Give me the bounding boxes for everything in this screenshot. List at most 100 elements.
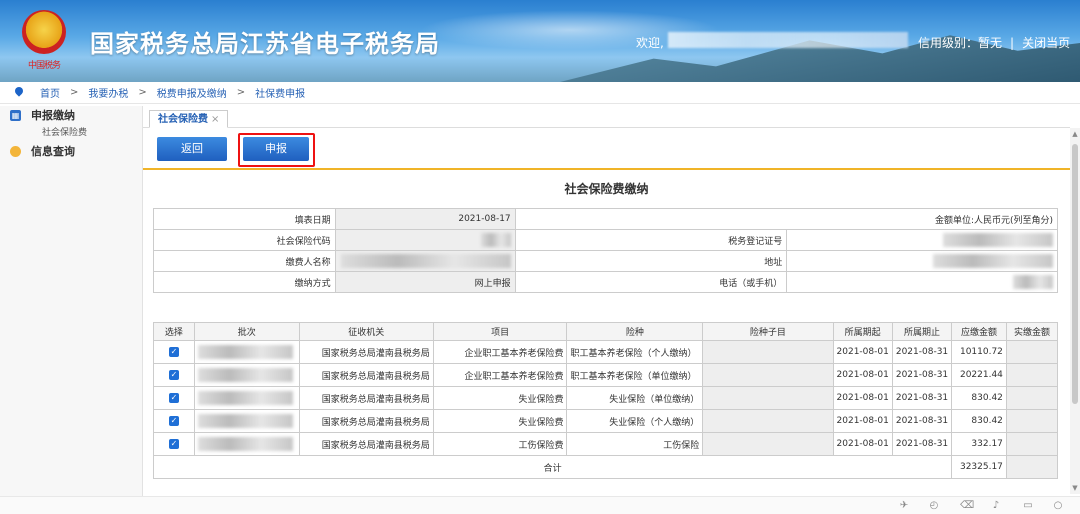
select-checkbox[interactable]: ✓ <box>153 432 195 456</box>
tab-social-insurance[interactable]: 社会保险费 × <box>149 110 229 128</box>
checkbox-checked-icon[interactable]: ✓ <box>168 439 179 449</box>
col-header: 险种子目 <box>702 322 834 341</box>
tab-label: 社会保险费 <box>158 114 208 125</box>
close-page-link[interactable]: 关闭当页 <box>1022 36 1070 50</box>
agency-cell: 国家税务总局灌南县税务局 <box>298 386 434 410</box>
item-cell: 失业保险费 <box>432 409 568 433</box>
history-icon[interactable]: ◴ <box>928 500 940 512</box>
scrollbar-thumb[interactable] <box>1072 144 1078 404</box>
checkbox-checked-icon[interactable]: ✓ <box>168 416 179 426</box>
emblem-caption: 中国税务 <box>27 61 61 71</box>
col-header: 险种 <box>566 322 704 341</box>
location-pin-icon <box>14 87 24 99</box>
redacted-value <box>197 437 293 451</box>
phone-label: 电话（或手机） <box>514 271 788 293</box>
redacted-value <box>197 345 293 359</box>
end-date-cell: 2021-08-31 <box>891 386 953 410</box>
scroll-down-icon[interactable]: ▼ <box>1071 484 1079 492</box>
sidebar-item-social-insurance[interactable]: 社会保险费 <box>0 124 142 142</box>
col-header: 所属期止 <box>891 322 953 341</box>
pay-method-value: 网上申报 <box>334 271 516 293</box>
paid-amount-cell <box>1005 363 1059 387</box>
batch-cell <box>193 363 300 387</box>
subtype-cell <box>702 432 834 456</box>
sidebar-section-label: 申报缴纳 <box>31 109 75 122</box>
checkbox-checked-icon[interactable]: ✓ <box>168 370 179 380</box>
redacted-value <box>197 368 293 382</box>
checkbox-checked-icon[interactable]: ✓ <box>168 347 179 357</box>
credit-level-text: 信用级别：暂无 <box>918 36 1003 50</box>
due-amount-cell: 830.42 <box>951 386 1007 410</box>
breadcrumb-my-tax[interactable]: 我要办税 <box>88 85 128 100</box>
pin-icon[interactable]: ✈ <box>898 500 910 512</box>
address-value <box>786 250 1058 272</box>
header-right-links: 信用级别：暂无 | 关闭当页 <box>914 34 1074 51</box>
col-header: 所属期起 <box>832 322 893 341</box>
back-button[interactable]: 返回 <box>157 137 227 161</box>
batch-cell <box>193 432 300 456</box>
ss-code-value <box>334 229 516 251</box>
table-row[interactable]: ✓ 国家税务总局灌南县税务局 企业职工基本养老保险费 职工基本养老保险（单位缴纳… <box>153 363 1059 387</box>
start-date-cell: 2021-08-01 <box>832 340 893 364</box>
type-cell: 职工基本养老保险（个人缴纳） <box>566 340 704 364</box>
batch-cell <box>193 409 300 433</box>
select-checkbox[interactable]: ✓ <box>153 363 195 387</box>
scroll-up-icon[interactable]: ▲ <box>1071 130 1079 138</box>
ss-code-label: 社会保险代码 <box>153 229 336 251</box>
chat-bubble-icon <box>10 145 21 157</box>
type-cell: 失业保险（个人缴纳） <box>566 409 704 433</box>
select-checkbox[interactable]: ✓ <box>153 409 195 433</box>
window-icon[interactable]: ▭ <box>1022 500 1034 512</box>
payer-info-table: 填表日期 2021-08-17 金额单位:人民币元(列至角分) 社会保险代码 税… <box>153 208 1059 293</box>
breadcrumb-separator: > <box>236 87 246 98</box>
start-date-cell: 2021-08-01 <box>832 363 893 387</box>
vertical-scrollbar[interactable]: ▲ ▼ <box>1070 128 1080 494</box>
tax-reg-value <box>786 229 1058 251</box>
table-row[interactable]: ✓ 国家税务总局灌南县税务局 失业保险费 失业保险（单位缴纳） 2021-08-… <box>153 386 1059 410</box>
toolbar: 返回 申报 <box>143 128 1070 170</box>
batch-cell <box>193 386 300 410</box>
select-checkbox[interactable]: ✓ <box>153 386 195 410</box>
breadcrumb-social-security[interactable]: 社保费申报 <box>255 85 305 100</box>
sidebar-section-declare[interactable]: ▦ 申报缴纳 <box>0 106 142 124</box>
table-row[interactable]: ✓ 国家税务总局灌南县税务局 企业职工基本养老保险费 职工基本养老保险（个人缴纳… <box>153 340 1059 364</box>
subtype-cell <box>702 409 834 433</box>
end-date-cell: 2021-08-31 <box>891 363 953 387</box>
pay-method-label: 缴纳方式 <box>153 271 336 293</box>
status-bar: ✈ ◴ ⌫ ♪ ▭ ○ <box>0 496 1080 514</box>
trash-icon[interactable]: ⌫ <box>960 500 974 512</box>
sidebar-section-query[interactable]: 信息查询 <box>0 142 142 160</box>
end-date-cell: 2021-08-31 <box>891 409 953 433</box>
start-date-cell: 2021-08-01 <box>832 386 893 410</box>
table-row[interactable]: ✓ 国家税务总局灌南县税务局 工伤保险费 工伤保险 2021-08-01 202… <box>153 432 1059 456</box>
tab-bar: 社会保险费 × <box>143 106 1070 128</box>
agency-cell: 国家税务总局灌南县税务局 <box>298 409 434 433</box>
subtype-cell <box>702 386 834 410</box>
subtype-cell <box>702 340 834 364</box>
paid-amount-cell <box>1005 409 1059 433</box>
speaker-icon[interactable]: ♪ <box>990 500 1002 512</box>
due-amount-cell: 20221.44 <box>951 363 1007 387</box>
item-cell: 企业职工基本养老保险费 <box>432 340 568 364</box>
fill-date-label: 填表日期 <box>153 208 336 230</box>
breadcrumb-separator: > <box>138 87 147 98</box>
search-icon[interactable]: ○ <box>1052 500 1064 512</box>
table-row[interactable]: ✓ 国家税务总局灌南县税务局 失业保险费 失业保险（个人缴纳） 2021-08-… <box>153 409 1059 433</box>
fill-date-value: 2021-08-17 <box>334 208 516 230</box>
start-date-cell: 2021-08-01 <box>832 409 893 433</box>
total-row: 合计 32325.17 <box>152 455 1059 479</box>
redacted-user-name <box>668 32 908 48</box>
breadcrumb-declare-pay[interactable]: 税费申报及缴纳 <box>157 85 227 100</box>
close-icon[interactable]: × <box>211 114 219 125</box>
select-checkbox[interactable]: ✓ <box>153 340 195 364</box>
table-row: 缴纳方式 网上申报 电话（或手机） <box>153 271 1058 293</box>
redacted-value <box>1013 275 1053 289</box>
breadcrumb-home[interactable]: 首页 <box>40 85 60 100</box>
col-header: 征收机关 <box>298 322 434 341</box>
item-cell: 企业职工基本养老保险费 <box>432 363 568 387</box>
type-cell: 工伤保险 <box>566 432 704 456</box>
agency-cell: 国家税务总局灌南县税务局 <box>298 432 434 456</box>
site-title: 国家税务总局江苏省电子税务局 <box>90 30 440 58</box>
end-date-cell: 2021-08-31 <box>891 340 953 364</box>
checkbox-checked-icon[interactable]: ✓ <box>168 393 179 403</box>
